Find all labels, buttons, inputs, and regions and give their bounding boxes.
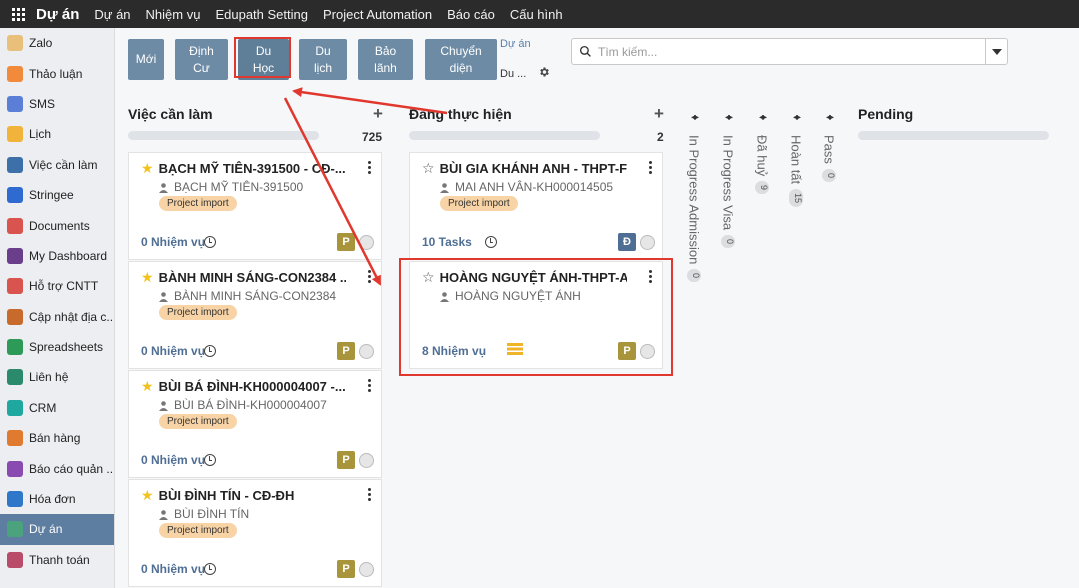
arrow-to-card xyxy=(283,97,382,286)
arrow-to-du-hoc xyxy=(292,87,448,115)
annotation-arrows xyxy=(283,87,448,286)
